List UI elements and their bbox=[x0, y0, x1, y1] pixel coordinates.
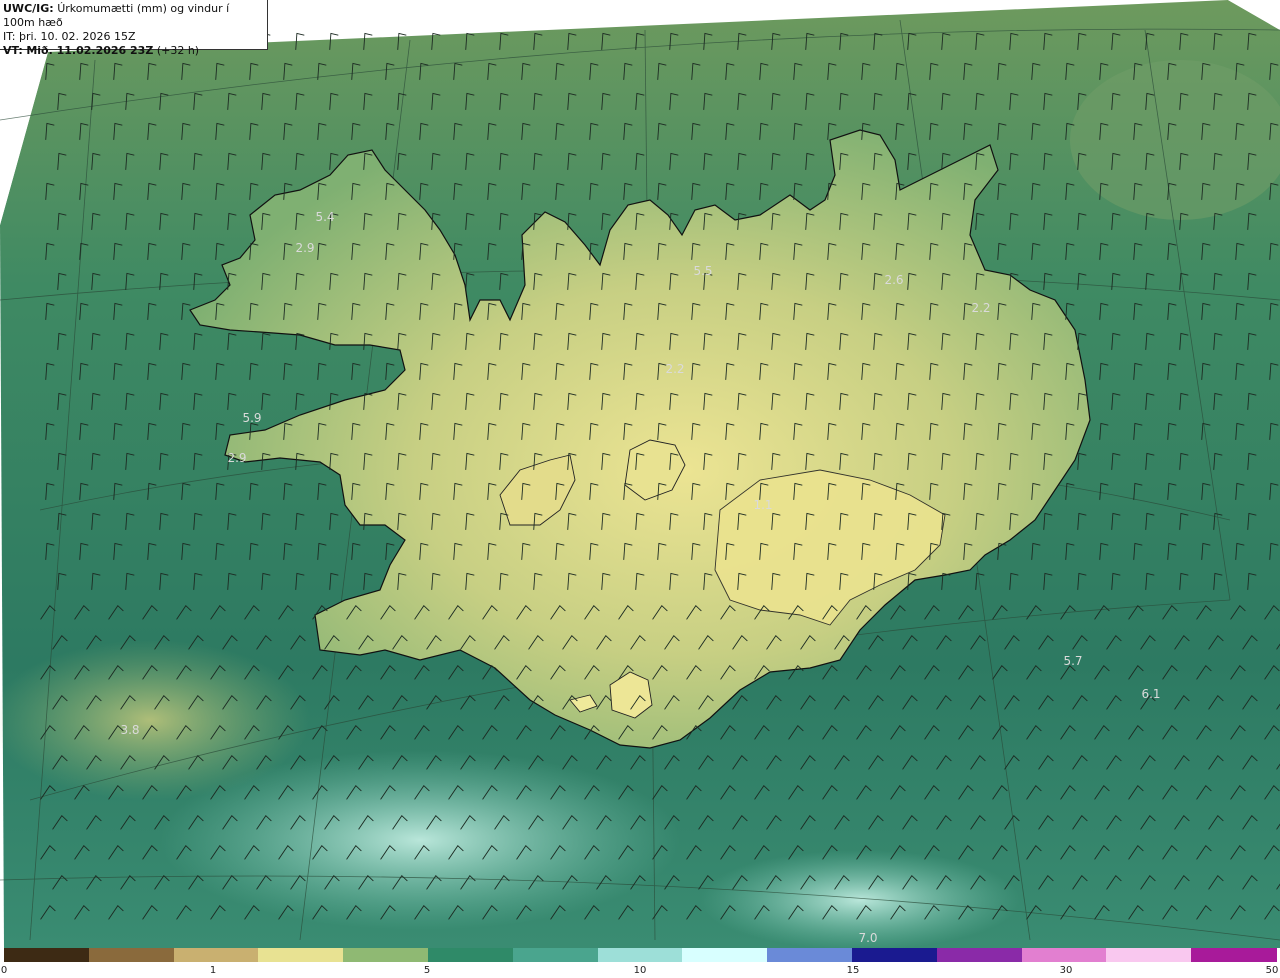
colorbar-tick-label: 10 bbox=[633, 965, 647, 976]
product-line: UWC/IG: Úrkomumætti (mm) og vindur í 100… bbox=[3, 2, 264, 30]
colorbar-segment bbox=[88, 948, 175, 962]
precip-value-label: 2.9 bbox=[295, 241, 314, 255]
colorbar-segment bbox=[4, 948, 90, 962]
colorbar-segment bbox=[1106, 948, 1193, 962]
colorbar-tick-label: 50 bbox=[1265, 965, 1279, 976]
precip-value-label: 2.2 bbox=[971, 301, 990, 315]
colorbar-tick-label: 5 bbox=[423, 965, 431, 976]
valid-line: VT: Mið. 11.02.2026 23Z (+32 h) bbox=[3, 44, 264, 58]
colorbar-segment bbox=[852, 948, 938, 962]
precip-value-label: 2.6 bbox=[884, 273, 903, 287]
colorbar-segment bbox=[1191, 948, 1277, 962]
valid-label: VT: bbox=[3, 44, 23, 57]
precip-value-label: 3.8 bbox=[120, 723, 139, 737]
precip-value-label: 6.1 bbox=[1141, 687, 1160, 701]
colorbar-tick-label: 1 bbox=[209, 965, 217, 976]
colorbar-tick-label: 15 bbox=[846, 965, 860, 976]
colorbar-segment bbox=[682, 948, 769, 962]
valid-offset: (+32 h) bbox=[156, 44, 200, 57]
precip-colorbar: 0 1 5 10 15 30 50 bbox=[0, 948, 1280, 978]
colorbar-strip bbox=[4, 948, 1277, 962]
colorbar-segment bbox=[767, 948, 853, 962]
colorbar-tick-label: 0 bbox=[0, 965, 8, 976]
colorbar-segment bbox=[343, 948, 429, 962]
colorbar-segment bbox=[173, 948, 260, 962]
precip-value-label: 7.0 bbox=[858, 931, 877, 945]
map-info-box: UWC/IG: Úrkomumætti (mm) og vindur í 100… bbox=[0, 0, 268, 57]
product-code: UWC/IG: bbox=[3, 2, 54, 15]
precip-value-label: 5.9 bbox=[242, 411, 261, 425]
colorbar-segment bbox=[597, 948, 684, 962]
precip-value-label: 5.4 bbox=[315, 210, 334, 224]
colorbar-segment bbox=[936, 948, 1023, 962]
colorbar-segment bbox=[512, 948, 599, 962]
precip-value-label: 1.1 bbox=[753, 498, 772, 512]
precip-value-label: 5.7 bbox=[1063, 654, 1082, 668]
sea-feature-east bbox=[1070, 60, 1280, 220]
precip-value-label: 5.5 bbox=[693, 264, 712, 278]
colorbar-segment bbox=[428, 948, 514, 962]
init-time: IT: þri. 10. 02. 2026 15Z bbox=[3, 30, 136, 43]
colorbar-tick-label: 30 bbox=[1059, 965, 1073, 976]
colorbar-segment bbox=[1021, 948, 1108, 962]
colorbar-segment bbox=[258, 948, 345, 962]
precipitation-wind-map: 5.4 2.9 5.5 2.6 2.2 2.2 5.9 2.9 1.1 5.7 6.1 3.8 7.0 bbox=[0, 0, 1280, 950]
valid-time: Mið. 11.02.2026 23Z bbox=[26, 44, 154, 57]
precip-value-label: 2.9 bbox=[227, 451, 246, 465]
precip-value-label: 2.2 bbox=[665, 362, 684, 376]
